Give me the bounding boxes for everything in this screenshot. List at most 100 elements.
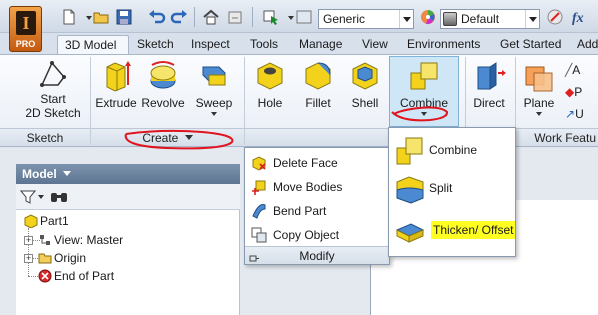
return-icon[interactable] bbox=[226, 8, 244, 26]
panel-create-label: Create bbox=[142, 131, 179, 145]
home-icon[interactable] bbox=[202, 8, 220, 26]
open-icon[interactable] bbox=[92, 8, 110, 26]
revolve-icon bbox=[150, 61, 176, 89]
combine-icon bbox=[410, 62, 438, 90]
select-dropdown-icon[interactable] bbox=[282, 8, 294, 26]
axis-label: A bbox=[572, 63, 581, 77]
pin-icon[interactable] bbox=[249, 251, 259, 262]
extrude-label: Extrude bbox=[95, 96, 137, 110]
chevron-down-icon bbox=[63, 171, 72, 180]
appearance-value: Default bbox=[461, 12, 500, 26]
application-menu-button[interactable]: I PRO bbox=[9, 6, 42, 52]
material-value: Generic bbox=[323, 12, 366, 26]
redo-icon[interactable] bbox=[170, 8, 188, 26]
shell-button[interactable]: Shell bbox=[345, 59, 385, 110]
tab-sketch[interactable]: Sketch bbox=[137, 35, 174, 54]
hole-button[interactable]: Hole bbox=[250, 59, 290, 110]
shell-icon bbox=[352, 62, 378, 90]
color-wheel-icon[interactable] bbox=[419, 8, 437, 26]
new-icon[interactable] bbox=[60, 8, 78, 26]
chevron-down-icon bbox=[399, 10, 413, 28]
appearance-select[interactable]: Default bbox=[440, 9, 540, 29]
tab-manage[interactable]: Manage bbox=[299, 35, 342, 54]
extrude-button[interactable]: Extrude bbox=[94, 59, 138, 110]
sweep-label: Sweep bbox=[195, 96, 233, 110]
work-point-small-button[interactable]: ◆P bbox=[565, 85, 582, 99]
direct-label: Direct bbox=[473, 96, 505, 110]
expand-icon[interactable]: + bbox=[24, 236, 33, 245]
revolve-button[interactable]: Revolve bbox=[140, 59, 186, 110]
save-icon[interactable] bbox=[115, 8, 133, 26]
shell-label: Shell bbox=[351, 96, 379, 110]
fillet-button[interactable]: Fillet bbox=[298, 59, 338, 110]
model-tree: Part1 + View: Master + Origin End of Par… bbox=[16, 210, 240, 315]
tree-item-end-of-part[interactable]: End of Part bbox=[38, 268, 114, 284]
sketch-icon bbox=[40, 61, 66, 87]
part-icon bbox=[24, 214, 38, 229]
menu-item-label: Bend Part bbox=[273, 204, 327, 218]
work-axis-small-button[interactable]: ╱A bbox=[565, 63, 580, 77]
tab-get-started[interactable]: Get Started bbox=[500, 35, 561, 54]
chevron-down-icon bbox=[184, 135, 193, 144]
browser-toolbar bbox=[16, 184, 240, 210]
plane-button[interactable]: Plane bbox=[519, 59, 559, 119]
chevron-down-icon bbox=[421, 112, 427, 119]
menu-item-label: Split bbox=[429, 181, 453, 195]
chevron-down-icon bbox=[211, 112, 217, 119]
new-dropdown-icon[interactable] bbox=[80, 8, 92, 26]
hole-label: Hole bbox=[257, 96, 283, 110]
panel-work-features-label: Work Featu bbox=[516, 128, 598, 146]
undo-icon[interactable] bbox=[148, 8, 166, 26]
menu-item-label: Combine bbox=[429, 143, 478, 157]
ribbon-tabs: 3D Model Sketch Inspect Tools Manage Vie… bbox=[0, 33, 598, 54]
point-label: P bbox=[574, 85, 583, 99]
panel-create[interactable]: Create bbox=[91, 128, 244, 146]
tree-item-label: End of Part bbox=[54, 269, 115, 283]
start-sketch-label-line2: 2D Sketch bbox=[25, 106, 81, 120]
fillet-icon bbox=[305, 62, 331, 90]
menu-item-label: Thicken/ Offset bbox=[431, 221, 516, 239]
split-icon bbox=[395, 174, 425, 204]
combine-label: Combine bbox=[399, 96, 449, 110]
svg-text:fx: fx bbox=[572, 11, 584, 26]
material-select[interactable]: Generic bbox=[318, 9, 414, 29]
tree-item-part1[interactable]: Part1 bbox=[24, 213, 69, 229]
select-icon[interactable] bbox=[262, 8, 280, 26]
plane-label: Plane bbox=[523, 96, 555, 110]
start-2d-sketch-button[interactable]: Start 2D Sketch bbox=[22, 59, 84, 120]
tab-add-ins[interactable]: Add bbox=[577, 35, 598, 54]
toolbar-separator bbox=[194, 7, 195, 27]
hole-icon bbox=[257, 62, 283, 90]
panel-sketch-label: Sketch bbox=[0, 128, 90, 146]
bend-part-icon bbox=[251, 203, 267, 219]
tab-inspect[interactable]: Inspect bbox=[191, 35, 230, 54]
combine-button[interactable]: Combine bbox=[390, 59, 458, 119]
direct-button[interactable]: Direct bbox=[468, 59, 510, 110]
parameters-icon[interactable]: fx bbox=[570, 8, 588, 26]
tree-item-origin[interactable]: Origin bbox=[38, 250, 86, 266]
display-icon[interactable] bbox=[295, 8, 313, 26]
tree-item-view-master[interactable]: View: Master bbox=[38, 232, 123, 248]
combine-icon bbox=[395, 136, 425, 166]
chevron-down-icon bbox=[536, 112, 542, 119]
ucs-label: U bbox=[575, 107, 584, 121]
tree-item-label: View: Master bbox=[54, 233, 124, 247]
tab-environments[interactable]: Environments bbox=[407, 35, 480, 54]
plane-icon bbox=[525, 66, 553, 92]
modify-footer-label: Modify bbox=[299, 249, 335, 263]
tab-view[interactable]: View bbox=[362, 35, 388, 54]
model-browser-header[interactable]: Model bbox=[16, 164, 240, 184]
delete-face-icon bbox=[251, 155, 267, 171]
quick-access-toolbar: Generic Default fx bbox=[0, 0, 598, 33]
clear-appearance-icon[interactable] bbox=[546, 8, 564, 26]
filter-dropdown-icon[interactable] bbox=[38, 195, 44, 202]
sweep-button[interactable]: Sweep bbox=[192, 59, 236, 119]
menu-item-label: Delete Face bbox=[273, 156, 338, 170]
end-of-part-icon bbox=[38, 269, 52, 283]
tab-tools[interactable]: Tools bbox=[250, 35, 278, 54]
ucs-small-button[interactable]: ↗U bbox=[565, 107, 584, 121]
expand-icon[interactable]: + bbox=[24, 254, 33, 263]
filter-icon[interactable] bbox=[19, 189, 37, 205]
tab-3d-model[interactable]: 3D Model bbox=[57, 35, 129, 54]
find-icon[interactable] bbox=[50, 189, 68, 205]
